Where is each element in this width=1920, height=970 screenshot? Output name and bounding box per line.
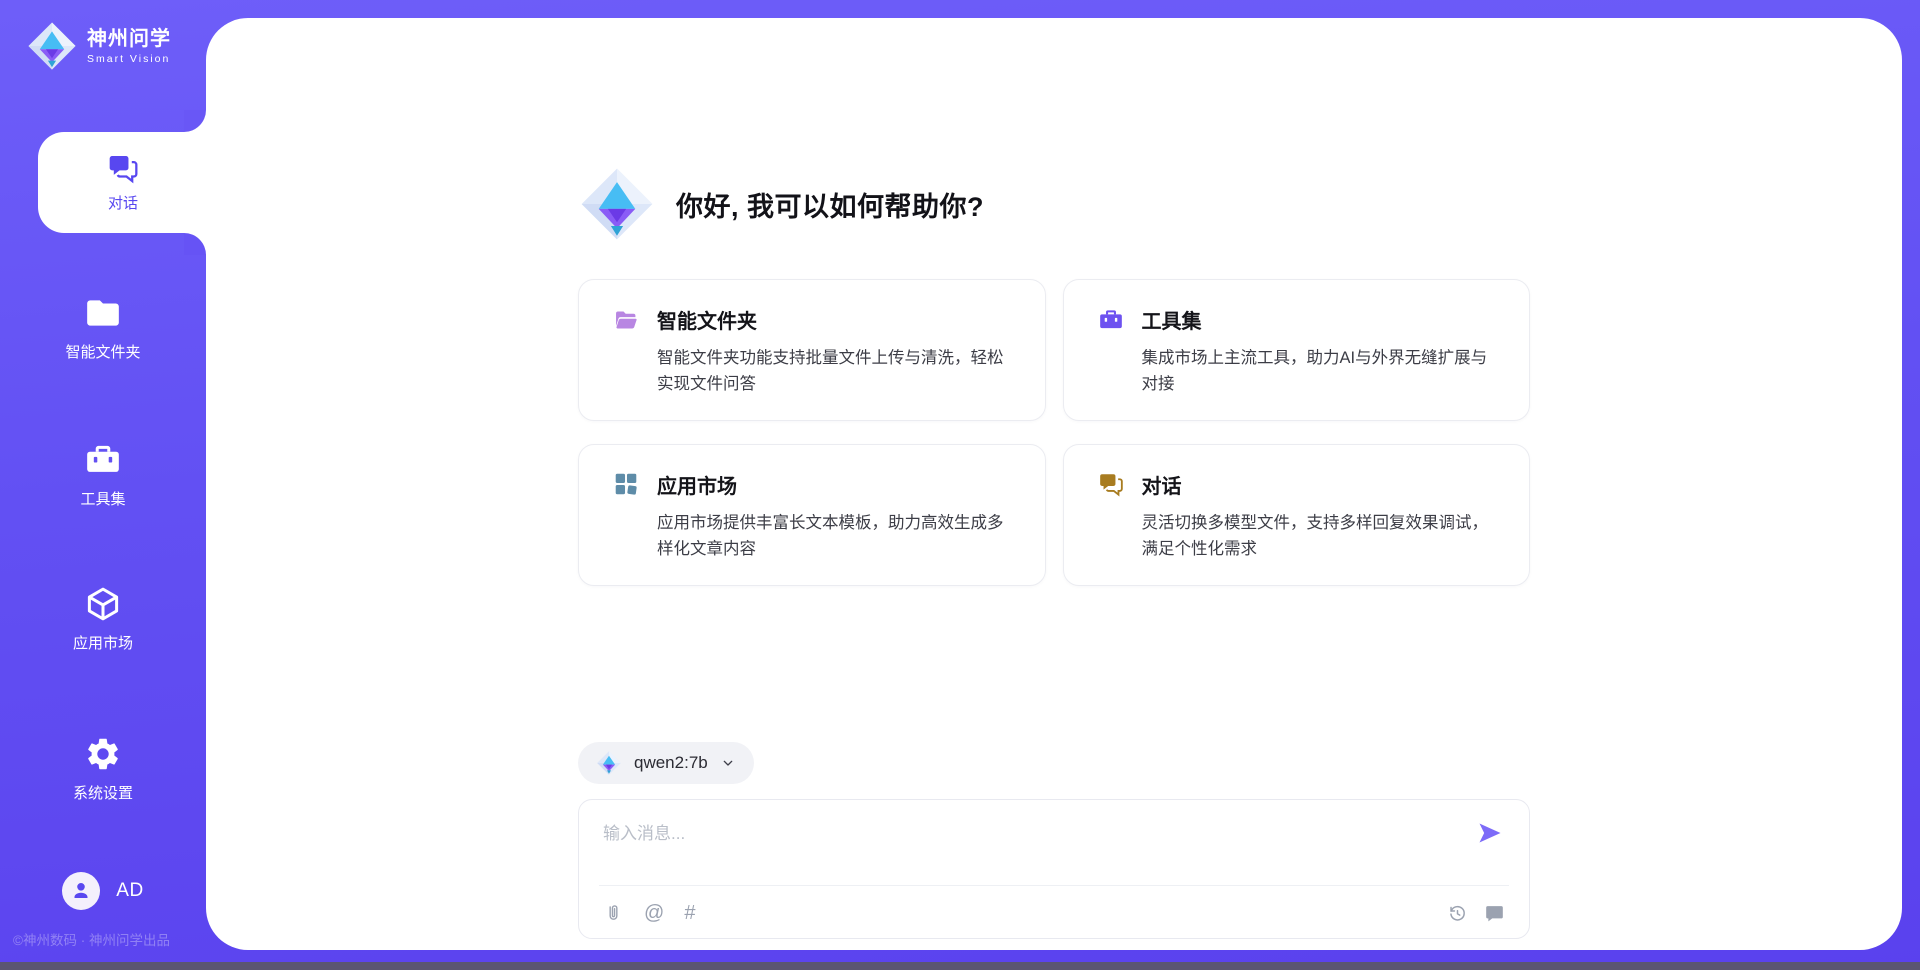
copyright-text: ©神州数码 · 神州问学出品 — [13, 929, 170, 949]
composer-divider — [599, 885, 1509, 886]
sidebar-item-toolset[interactable]: 工具集 — [0, 441, 206, 509]
send-icon — [1477, 820, 1503, 846]
card-description: 应用市场提供丰富长文本模板，助力高效生成多样化文章内容 — [657, 510, 1017, 563]
sidebar-item-label: 应用市场 — [73, 632, 133, 653]
model-name: qwen2:7b — [634, 753, 708, 773]
sidebar: 神州问学 Smart Vision 对话 智能文件夹 工具集 — [0, 0, 206, 970]
message-input[interactable] — [603, 816, 1449, 852]
user-profile[interactable]: AD — [0, 872, 206, 910]
folder-icon — [84, 294, 122, 332]
main-panel: 你好, 我可以如何帮助你? 智能文件夹 智能文件夹功能支持批量文件上传与清洗，轻… — [206, 18, 1902, 950]
card-title: 应用市场 — [657, 470, 737, 499]
app-subtitle: Smart Vision — [87, 53, 171, 65]
sidebar-item-chat[interactable]: 对话 — [38, 132, 208, 233]
gear-icon — [84, 735, 122, 773]
model-selector[interactable]: qwen2:7b — [578, 742, 754, 784]
greeting-title: 你好, 我可以如何帮助你? — [676, 185, 984, 224]
hash-icon[interactable]: # — [684, 903, 695, 924]
card-description: 集成市场上主流工具，助力AI与外界无缝扩展与对接 — [1142, 345, 1502, 398]
chat-icon — [107, 152, 139, 184]
avatar — [62, 872, 100, 910]
chat-icon — [1098, 471, 1124, 497]
diamond-logo-icon — [596, 750, 622, 776]
send-button[interactable] — [1477, 820, 1503, 846]
grid-icon — [613, 471, 639, 497]
greeting: 你好, 我可以如何帮助你? — [578, 165, 1530, 243]
sidebar-item-app-market[interactable]: 应用市场 — [0, 585, 206, 653]
bottom-scrollbar[interactable] — [0, 962, 1920, 970]
card-title: 对话 — [1142, 470, 1182, 499]
card-app-market[interactable]: 应用市场 应用市场提供丰富长文本模板，助力高效生成多样化文章内容 — [578, 444, 1046, 586]
card-title: 工具集 — [1142, 305, 1202, 334]
tab-connector-bottom — [184, 233, 206, 255]
tab-connector-top — [184, 110, 206, 132]
diamond-logo-icon — [578, 165, 656, 243]
user-label: AD — [116, 880, 143, 902]
app-name: 神州问学 — [87, 28, 171, 51]
history-icon[interactable] — [1447, 903, 1468, 924]
card-toolset[interactable]: 工具集 集成市场上主流工具，助力AI与外界无缝扩展与对接 — [1063, 279, 1531, 421]
card-smart-folder[interactable]: 智能文件夹 智能文件夹功能支持批量文件上传与清洗，轻松实现文件问答 — [578, 279, 1046, 421]
sidebar-item-smart-folder[interactable]: 智能文件夹 — [0, 294, 206, 362]
toolbox-icon — [84, 441, 122, 479]
feature-cards: 智能文件夹 智能文件夹功能支持批量文件上传与清洗，轻松实现文件问答 工具集 集成… — [578, 279, 1530, 586]
folder-open-icon — [613, 307, 639, 333]
cube-icon — [84, 585, 122, 623]
diamond-logo-icon — [26, 20, 78, 72]
card-chat[interactable]: 对话 灵活切换多模型文件，支持多样回复效果调试，满足个性化需求 — [1063, 444, 1531, 586]
app-logo: 神州问学 Smart Vision — [26, 20, 171, 72]
paperclip-icon[interactable] — [603, 903, 624, 924]
card-description: 智能文件夹功能支持批量文件上传与清洗，轻松实现文件问答 — [657, 345, 1017, 398]
sidebar-item-label: 工具集 — [80, 488, 125, 509]
sidebar-item-label: 对话 — [108, 192, 138, 213]
toolbox-icon — [1098, 307, 1124, 333]
sidebar-item-label: 智能文件夹 — [65, 341, 140, 362]
chevron-down-icon — [720, 755, 736, 771]
card-description: 灵活切换多模型文件，支持多样回复效果调试，满足个性化需求 — [1142, 510, 1502, 563]
person-icon — [69, 879, 93, 903]
sidebar-item-label: 系统设置 — [73, 782, 133, 803]
card-title: 智能文件夹 — [657, 305, 757, 334]
at-icon[interactable]: @ — [644, 903, 664, 924]
message-composer: @ # — [578, 799, 1530, 939]
message-icon[interactable] — [1484, 903, 1505, 924]
sidebar-item-settings[interactable]: 系统设置 — [0, 735, 206, 803]
